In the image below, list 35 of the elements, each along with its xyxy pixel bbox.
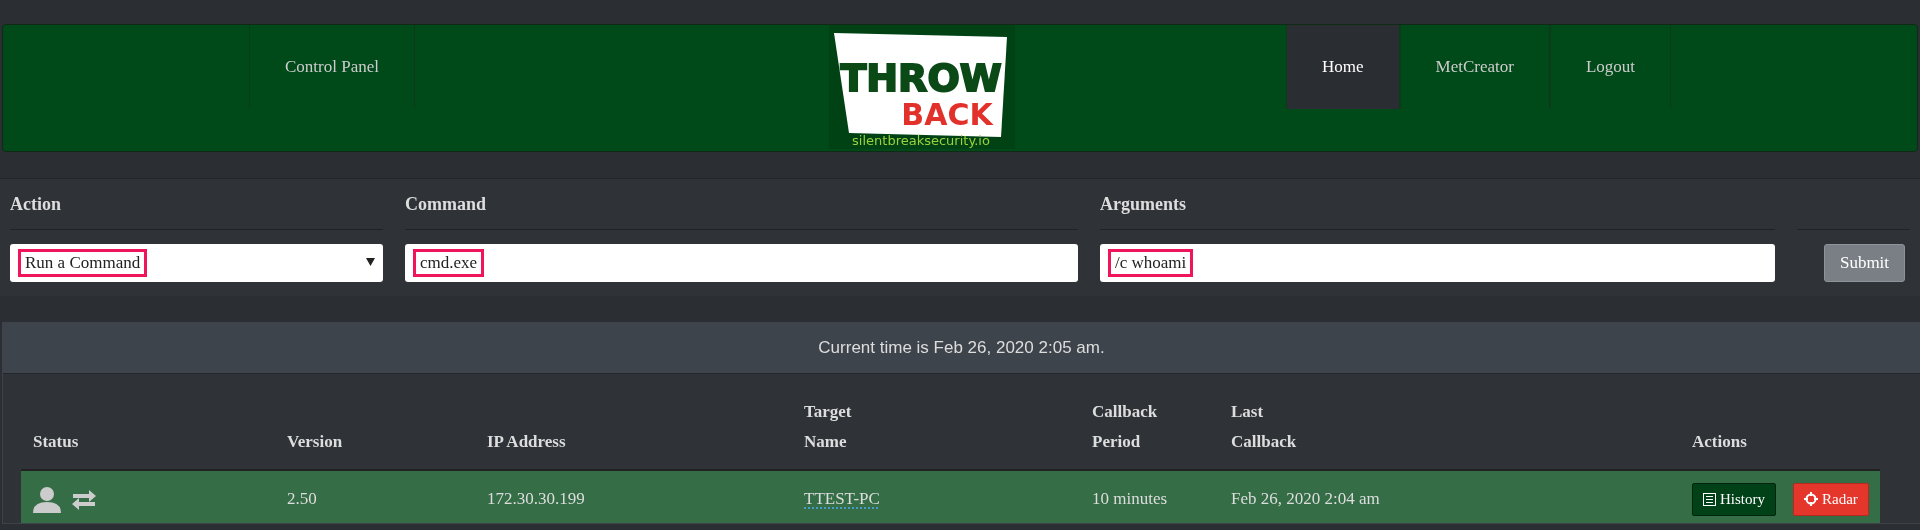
table-cell: 172.30.30.199	[487, 489, 585, 508]
transfer-icon	[71, 488, 97, 510]
column-header: Last Callback	[1231, 401, 1298, 453]
highlighted-value: cmd.exe	[413, 249, 485, 277]
table-cell: 2.50	[287, 489, 317, 508]
user-icon	[33, 485, 61, 513]
submit-button[interactable]: Submit	[1824, 244, 1905, 282]
table-cell: 10 minutes	[1092, 489, 1168, 508]
nav-link[interactable]: Logout	[1549, 25, 1671, 109]
highlighted-value: /c whoami	[1108, 249, 1194, 277]
column-header: Actions	[1692, 431, 1748, 453]
caret-icon	[366, 258, 375, 266]
column-header: Callback Period	[1092, 401, 1159, 453]
field-label: Arguments	[1100, 193, 1186, 215]
column-header: IP Address	[487, 431, 567, 453]
table-cell: Feb 26, 2020 2:04 am	[1231, 489, 1380, 508]
select-field[interactable]: Run a Command	[10, 244, 383, 282]
history-button[interactable]: History	[1692, 482, 1776, 516]
radar-button[interactable]: Radar	[1793, 482, 1869, 516]
current-time-text: Current time is Feb 26, 2020 2:05 am.	[818, 338, 1105, 358]
highlighted-value: Run a Command	[18, 249, 148, 277]
list-icon	[1703, 492, 1716, 506]
column-header: Target Name	[804, 401, 853, 453]
column-header: Status	[33, 431, 80, 453]
field-label: Command	[405, 193, 486, 215]
column-header: Version	[287, 431, 344, 453]
table-row[interactable]: 2.50 172.30.30.199 TTEST-PC 10 minutes Feb 26, 2020 2:04 am History Radar	[21, 471, 1880, 523]
input-field[interactable]: /c whoami	[1100, 244, 1775, 282]
nav-link[interactable]: Home	[1286, 25, 1400, 109]
field-label: Action	[10, 193, 61, 215]
crosshair-icon	[1804, 492, 1818, 506]
nav-link[interactable]: MetCreator	[1399, 25, 1550, 109]
input-field[interactable]: cmd.exe	[405, 244, 1078, 282]
nav-link[interactable]: Control Panel	[249, 25, 415, 109]
target-link[interactable]: TTEST-PC	[804, 489, 880, 508]
